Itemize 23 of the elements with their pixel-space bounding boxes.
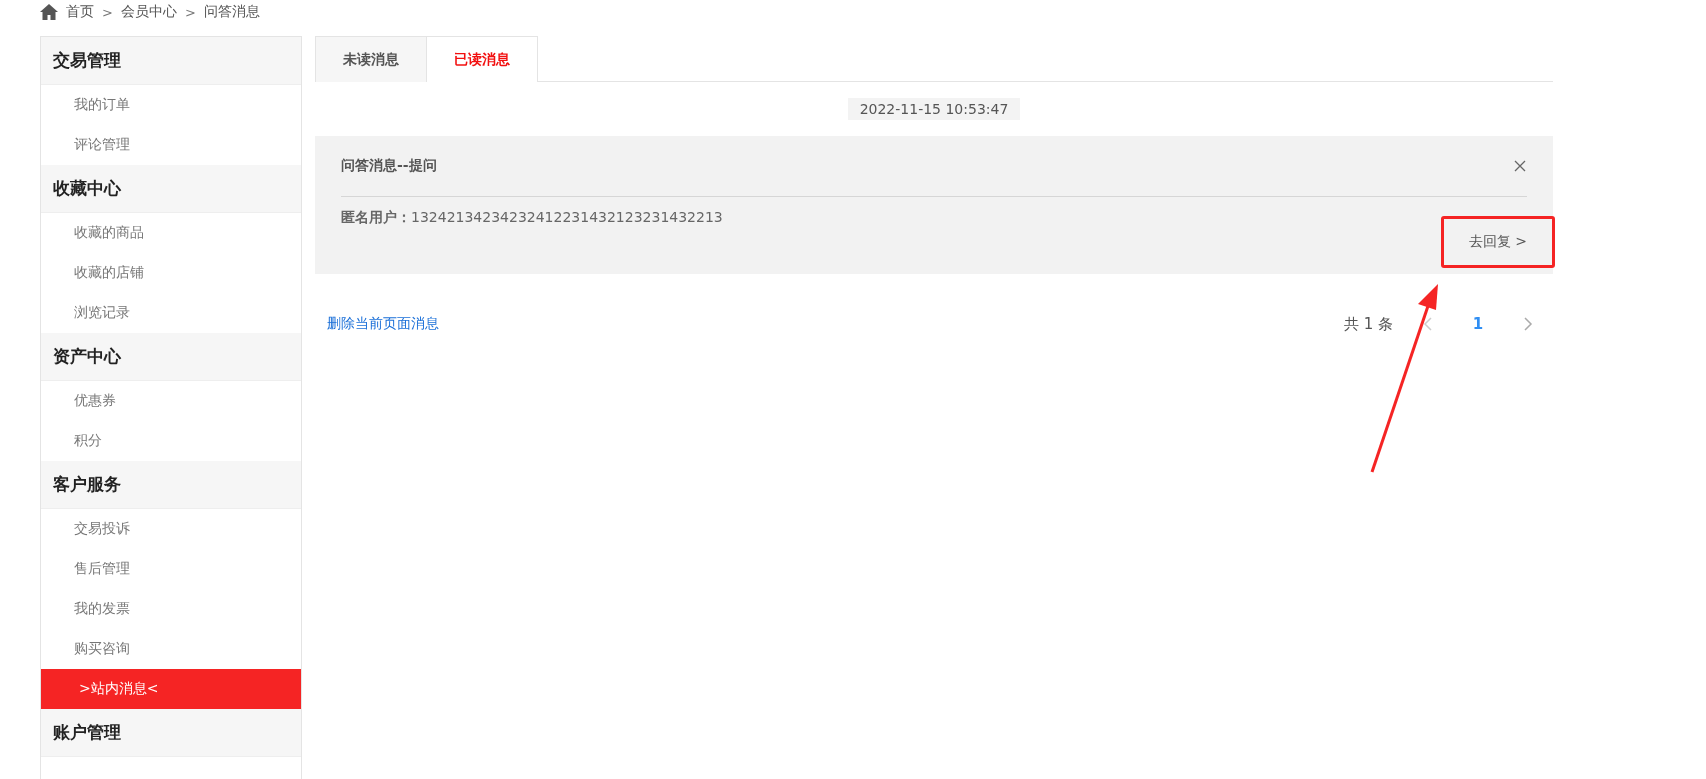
breadcrumb-link[interactable]: 首页 — [66, 3, 94, 21]
breadcrumb-link[interactable]: 会员中心 — [120, 3, 177, 21]
sidebar-section-title: 交易管理 — [41, 37, 301, 85]
close-icon[interactable] — [1513, 159, 1527, 173]
breadcrumb-separator: > — [102, 4, 113, 20]
sidebar-section-title: 收藏中心 — [41, 165, 301, 213]
message-title: 问答消息--提问 — [341, 157, 437, 175]
sidebar-item[interactable]: >站内消息< — [41, 669, 301, 709]
chevron-right-icon[interactable] — [1523, 317, 1533, 331]
breadcrumb-separator: > — [184, 4, 196, 20]
sidebar-section-title: 账户管理 — [41, 709, 301, 757]
tab[interactable]: 已读消息 — [426, 36, 538, 82]
total-count: 共 1 条 — [1343, 314, 1393, 334]
home-icon — [40, 4, 58, 20]
sidebar-section-title: 资产中心 — [41, 333, 301, 381]
breadcrumb-link[interactable]: 问答消息 — [203, 3, 260, 21]
delete-link[interactable]: 删除当前页面消息 — [327, 315, 439, 333]
page-number[interactable]: 1 — [1463, 314, 1493, 334]
timestamp: 2022-11-15 10:53:47 — [847, 98, 1021, 120]
tab[interactable]: 未读消息 — [315, 36, 427, 82]
chevron-left-icon[interactable] — [1423, 317, 1433, 331]
message-text: 匿名用户：13242134234232412231432123231432213 — [341, 208, 724, 227]
sidebar-section-title: 客户服务 — [41, 461, 301, 509]
